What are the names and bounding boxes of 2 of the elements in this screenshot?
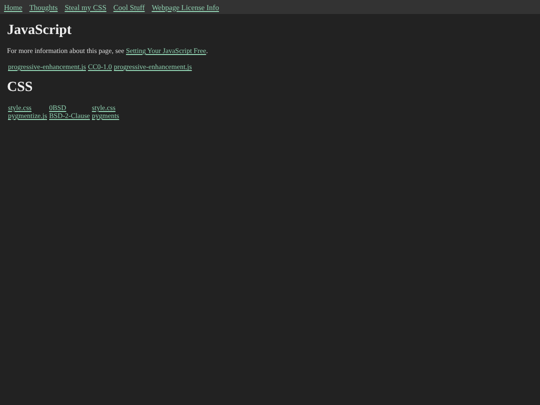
section-heading: CSS bbox=[7, 80, 34, 96]
section-heading: JavaScript bbox=[7, 23, 73, 39]
